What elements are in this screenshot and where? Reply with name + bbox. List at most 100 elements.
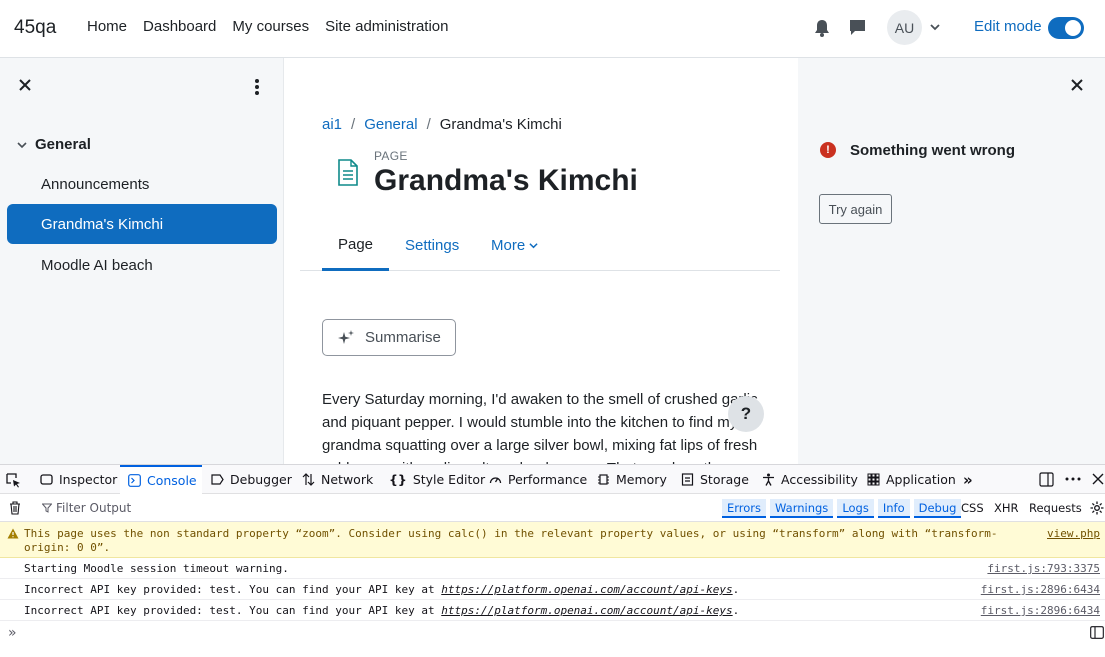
level-logs-toggle[interactable]: Logs: [837, 499, 874, 518]
log-text-prefix: Incorrect API key provided: test. You ca…: [24, 604, 442, 617]
devtools-tab-label: Style Editor: [412, 472, 486, 487]
nav-link-site-administration[interactable]: Site administration: [325, 18, 448, 35]
devtools-tab-label: Console: [147, 473, 197, 488]
course-index-options-icon[interactable]: [253, 78, 261, 96]
try-again-button[interactable]: Try again: [819, 194, 892, 224]
dock-side-icon[interactable]: [1039, 472, 1054, 487]
close-course-index-icon[interactable]: [18, 78, 32, 92]
page-title: Grandma's Kimchi: [374, 164, 638, 197]
summarise-label: Summarise: [365, 329, 441, 346]
primary-navigation: Home Dashboard My courses Site administr…: [87, 18, 449, 35]
course-index-item-moodle-ai-beach[interactable]: Moodle AI beach: [7, 245, 277, 285]
devtools-tab-inspector[interactable]: Inspector: [40, 465, 117, 494]
tab-more[interactable]: More: [475, 220, 554, 271]
devtools-panel: Inspector Console Debugger Network {} St…: [0, 464, 1105, 657]
breadcrumb-current: Grandma's Kimchi: [439, 116, 562, 133]
devtools-tab-application[interactable]: Application: [867, 465, 956, 494]
filter-css-toggle[interactable]: CSS: [961, 501, 984, 515]
log-url-link[interactable]: https://platform.openai.com/account/api-…: [441, 583, 732, 596]
devtools-tab-label: Memory: [616, 472, 667, 487]
element-picker-icon[interactable]: [6, 473, 21, 488]
devtools-tab-network[interactable]: Network: [302, 465, 373, 494]
course-index-drawer: General Announcements Grandma's Kimchi M…: [0, 58, 284, 464]
level-info-toggle[interactable]: Info: [877, 499, 910, 518]
tab-settings[interactable]: Settings: [389, 220, 475, 271]
page-content-text: Every Saturday morning, I'd awaken to th…: [322, 391, 758, 464]
tab-page[interactable]: Page: [322, 220, 389, 271]
devtools-tab-label: Application: [886, 472, 956, 487]
edit-mode-label: Edit mode: [974, 18, 1042, 35]
right-drawer: ! Something went wrong Try again: [798, 58, 1105, 464]
console-settings-gear-icon[interactable]: [1090, 501, 1104, 515]
notifications-bell-icon[interactable]: [814, 19, 830, 37]
close-devtools-icon[interactable]: [1092, 473, 1104, 485]
toggle-knob: [1065, 20, 1081, 36]
devtools-tab-accessibility[interactable]: Accessibility: [762, 465, 858, 494]
devtools-tab-label: Performance: [508, 472, 588, 487]
error-title: Something went wrong: [850, 142, 1015, 159]
breadcrumb-section[interactable]: General: [364, 116, 417, 133]
filter-requests-toggle[interactable]: Requests: [1029, 501, 1082, 515]
message-source-link[interactable]: first.js:793:3375: [987, 562, 1100, 575]
more-chevron-down-icon: [529, 243, 538, 249]
application-grid-icon: [867, 473, 880, 486]
secondary-navigation: Page Settings More: [300, 220, 780, 271]
log-url-link[interactable]: https://platform.openai.com/account/api-…: [441, 604, 732, 617]
devtools-tab-label: Accessibility: [781, 472, 858, 487]
devtools-tab-storage[interactable]: Storage: [681, 465, 749, 494]
message-source-link[interactable]: first.js:2896:6434: [981, 604, 1100, 617]
devtools-tab-console[interactable]: Console: [120, 465, 202, 494]
help-button[interactable]: ?: [728, 396, 764, 432]
filter-placeholder: Filter Output: [56, 501, 132, 515]
nav-link-home[interactable]: Home: [87, 18, 127, 35]
devtools-tab-label: Debugger: [230, 472, 292, 487]
devtools-tab-style-editor[interactable]: {} Style Editor: [389, 465, 485, 494]
course-index-item-announcements[interactable]: Announcements: [7, 164, 277, 204]
section-chevron-down-icon[interactable]: [17, 140, 27, 150]
accessibility-person-icon: [763, 473, 774, 486]
devtools-tab-memory[interactable]: Memory: [597, 465, 667, 494]
devtools-overflow-chevron-icon[interactable]: »: [963, 465, 973, 494]
breadcrumb-separator: /: [426, 116, 431, 133]
level-warnings-toggle[interactable]: Warnings: [770, 499, 834, 518]
nav-link-my-courses[interactable]: My courses: [232, 18, 309, 35]
filter-xhr-toggle[interactable]: XHR: [994, 501, 1019, 515]
log-text: Starting Moodle session timeout warning.: [24, 562, 289, 575]
devtools-more-options-icon[interactable]: [1065, 477, 1081, 481]
activity-type-label: PAGE: [374, 149, 408, 163]
error-alert-icon: !: [820, 142, 836, 158]
warning-triangle-icon: [7, 528, 19, 539]
ai-sparkle-icon: [338, 329, 354, 344]
close-drawer-icon[interactable]: [1070, 78, 1084, 92]
message-source-link[interactable]: view.php: [1047, 527, 1100, 540]
site-brand[interactable]: 45qa: [14, 17, 56, 39]
messages-chat-icon[interactable]: [849, 19, 866, 36]
log-text-suffix: .: [732, 583, 740, 596]
tab-more-label: More: [491, 237, 526, 254]
devtools-tab-label: Inspector: [59, 472, 118, 487]
user-avatar[interactable]: AU: [887, 10, 922, 45]
message-source-link[interactable]: first.js:2896:6434: [981, 583, 1100, 596]
level-errors-toggle[interactable]: Errors: [722, 499, 767, 518]
course-section-general[interactable]: General: [17, 136, 91, 153]
level-debug-toggle[interactable]: Debug: [913, 499, 962, 518]
summarise-button[interactable]: Summarise: [322, 319, 456, 356]
console-input-prompt[interactable]: »: [8, 625, 17, 641]
nav-link-dashboard[interactable]: Dashboard: [143, 18, 216, 35]
warning-text-line1: This page uses the non standard property…: [24, 527, 998, 540]
devtools-tabbar: Inspector Console Debugger Network {} St…: [0, 465, 1105, 494]
filter-funnel-icon: [42, 503, 52, 513]
breadcrumb: ai1 / General / Grandma's Kimchi: [322, 116, 562, 133]
user-menu-chevron-down-icon[interactable]: [930, 22, 940, 32]
devtools-tab-performance[interactable]: Performance: [489, 465, 587, 494]
devtools-tab-debugger[interactable]: Debugger: [211, 465, 292, 494]
breadcrumb-course[interactable]: ai1: [322, 116, 342, 133]
editor-mode-icon[interactable]: [1090, 626, 1104, 639]
edit-mode-toggle[interactable]: [1048, 17, 1084, 39]
log-text: Incorrect API key provided: test. You ca…: [24, 583, 739, 596]
filter-output-input[interactable]: Filter Output: [42, 501, 131, 515]
course-index-item-grandmas-kimchi[interactable]: Grandma's Kimchi: [7, 204, 277, 244]
log-text-prefix: Incorrect API key provided: test. You ca…: [24, 583, 442, 596]
debugger-icon: [211, 474, 224, 485]
clear-console-trash-icon[interactable]: [9, 501, 21, 515]
